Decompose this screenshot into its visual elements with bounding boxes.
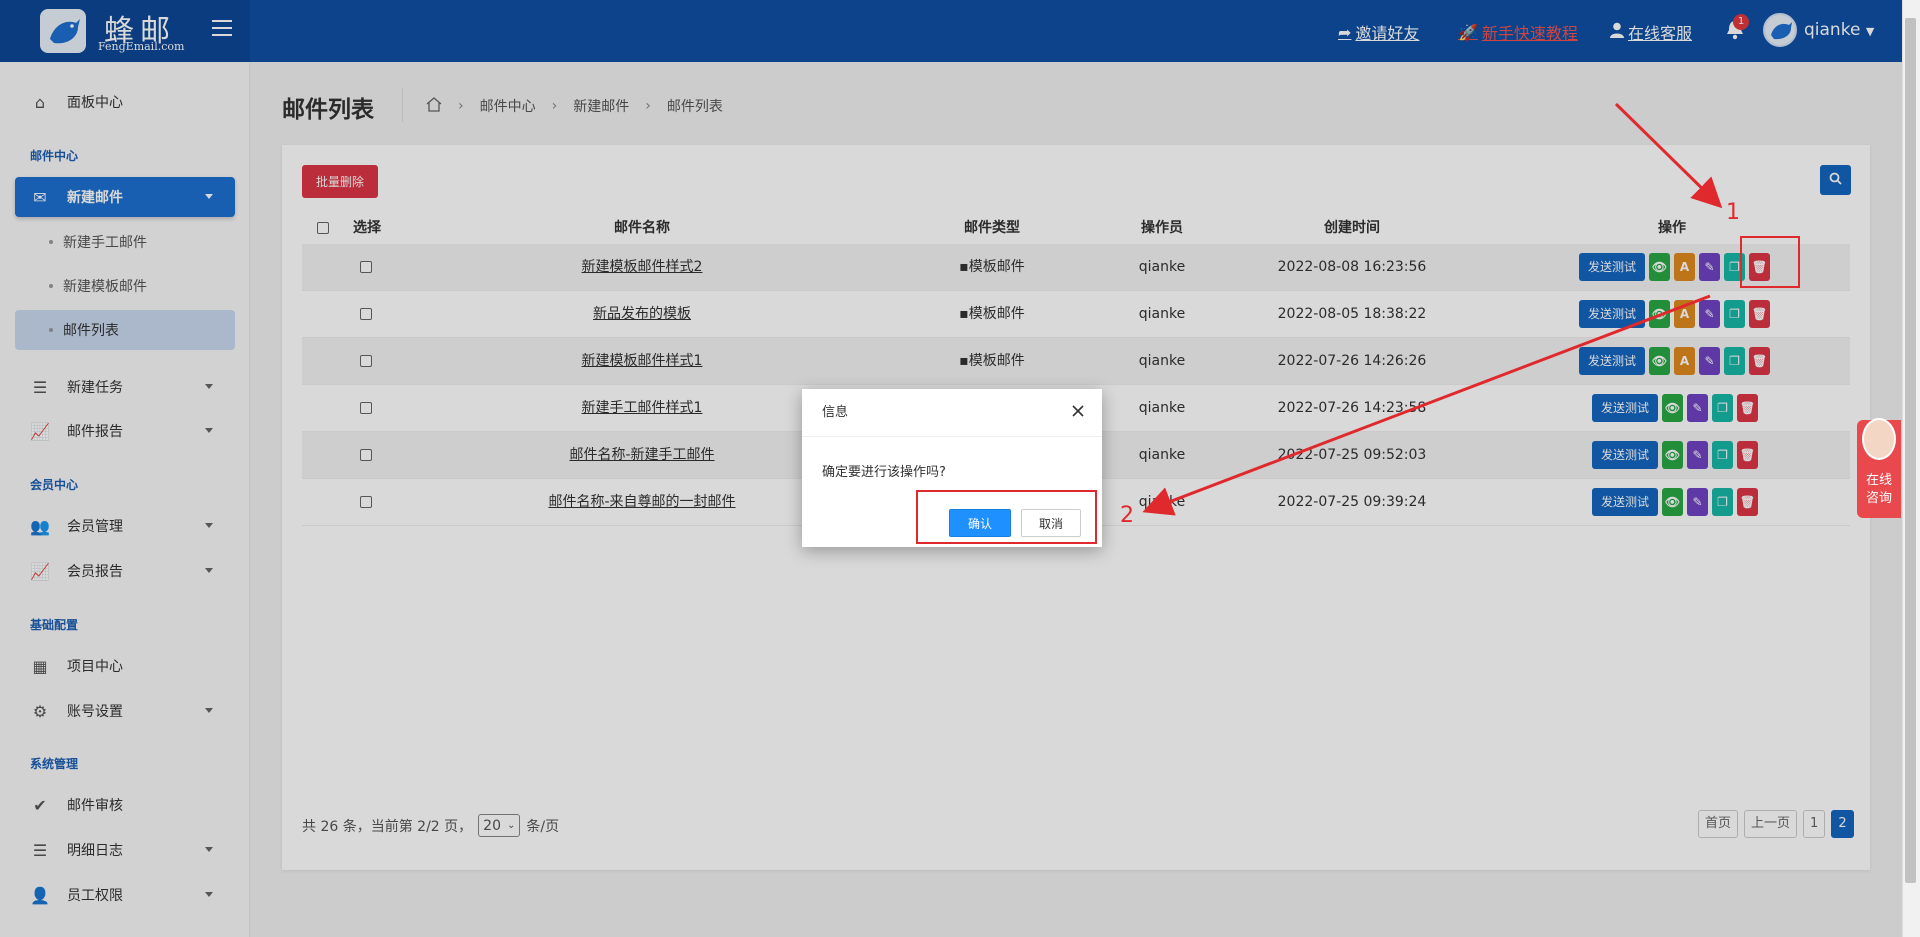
close-icon[interactable]	[1070, 403, 1086, 419]
annotation-step-2: 2	[1120, 503, 1134, 528]
chat-line-2: 咨询	[1865, 491, 1892, 506]
support-agent-avatar	[1862, 418, 1896, 460]
dialog-title: 信息	[802, 389, 1102, 437]
annotation-box-delete	[1740, 236, 1800, 288]
dialog-message: 确定要进行该操作吗?	[822, 465, 946, 480]
chat-line-1: 在线	[1865, 473, 1892, 488]
online-consult-label: 在线 咨询	[1862, 472, 1896, 508]
annotation-box-dialog-buttons	[916, 490, 1097, 544]
scrollbar-thumb[interactable]	[1905, 18, 1916, 883]
annotation-step-1: 1	[1726, 200, 1740, 225]
